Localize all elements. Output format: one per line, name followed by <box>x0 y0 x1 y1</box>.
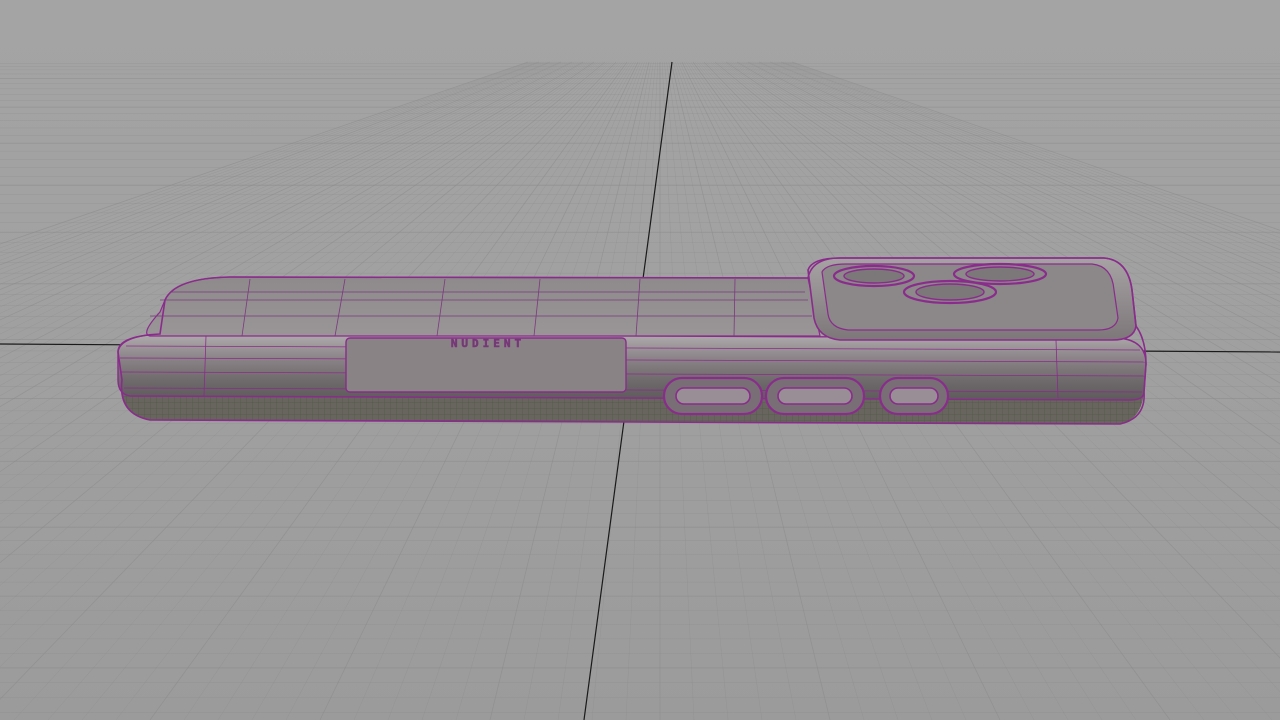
camera-lens-3 <box>902 279 998 305</box>
embossed-brand-text: NUDIENT <box>451 337 525 350</box>
case-back-surface <box>146 276 821 337</box>
camera-lens-1 <box>832 264 916 288</box>
button-cutout-3 <box>878 376 950 416</box>
button-cutout-2 <box>764 376 866 416</box>
button-cutout-1 <box>662 376 764 416</box>
phone-case-model[interactable]: NUDIENT <box>117 257 1147 425</box>
3d-viewport[interactable]: NUDIENT <box>0 0 1280 720</box>
viewport-canvas[interactable]: NUDIENT <box>0 0 1280 720</box>
